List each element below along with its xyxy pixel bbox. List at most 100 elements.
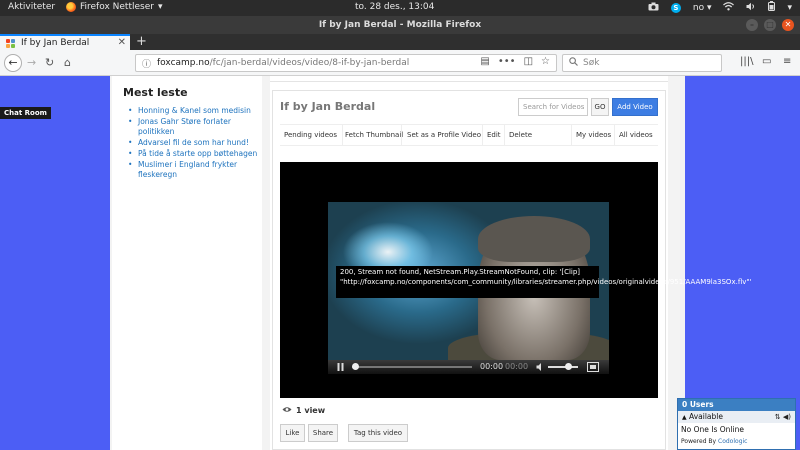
sidebar-heading: Mest leste <box>123 86 188 99</box>
system-menu-caret-icon[interactable]: ▾ <box>787 3 792 13</box>
navigation-bar: ← → ↻ ⌂ ⓘ foxcamp.no/fc/jan-berdal/video… <box>0 50 800 76</box>
browser-search-bar[interactable]: Søk <box>562 54 722 72</box>
minimize-icon[interactable]: – <box>746 19 758 31</box>
pause-icon[interactable] <box>337 362 344 375</box>
tab-strip: If by Jan Berdal ✕ + <box>0 34 800 50</box>
reader-view-icon[interactable]: ▤ <box>480 56 489 67</box>
menu-separator <box>482 125 483 145</box>
video-search-input[interactable]: Search for Videos <box>518 98 588 116</box>
go-button[interactable]: GO <box>591 98 609 116</box>
url-bar[interactable]: ⓘ foxcamp.no/fc/jan-berdal/videos/video/… <box>135 54 557 72</box>
page-actions-icon[interactable]: ••• <box>498 56 516 67</box>
skype-icon[interactable]: S <box>670 2 681 13</box>
site-info-icon[interactable]: ⓘ <box>142 57 151 70</box>
search-icon <box>569 57 578 69</box>
menu-delete[interactable]: Delete <box>509 131 532 139</box>
menu-fetch-thumbnail[interactable]: Fetch Thumbnail <box>345 131 403 139</box>
gnome-top-bar: Aktiviteter Firefox Nettleser ▾ to. 28 d… <box>0 0 800 16</box>
menu-separator <box>504 125 505 145</box>
menu-all-videos[interactable]: All videos <box>619 131 653 139</box>
back-button-icon[interactable]: ← <box>4 54 22 72</box>
chat-users-header[interactable]: 0 Users <box>678 399 795 411</box>
battery-icon[interactable] <box>768 1 776 14</box>
activities-button[interactable]: Aktiviteter <box>8 2 55 12</box>
video-player[interactable]: 200, Stream not found, NetStream.Play.St… <box>280 162 752 398</box>
system-tray: S no ▾ ▾ <box>648 1 792 14</box>
window-controls: – □ ✕ <box>746 19 794 31</box>
video-title: If by Jan Berdal <box>280 100 376 113</box>
menu-separator <box>401 125 402 145</box>
eye-icon <box>282 406 292 415</box>
sidebar-toggle-icon[interactable]: ▭ <box>762 56 771 67</box>
chat-status-label: Available <box>689 412 723 421</box>
close-tab-icon[interactable]: ✕ <box>118 37 126 48</box>
tab-active[interactable]: If by Jan Berdal ✕ <box>0 34 130 50</box>
sidebar-link[interactable]: Honning & Kanel som medisin <box>128 106 258 116</box>
firefox-icon <box>66 2 76 12</box>
video-menu-row: Pending videos Fetch Thumbnail Set as a … <box>280 124 658 146</box>
chat-room-tag[interactable]: Chat Room <box>0 107 51 119</box>
progress-handle[interactable] <box>352 363 359 370</box>
sidebar-link[interactable]: Advarsel fil de som har hund! <box>128 138 258 148</box>
hamburger-menu-icon[interactable]: ≡ <box>783 56 791 67</box>
sidebar-link[interactable]: Jonas Gahr Støre forlater politikken <box>128 117 258 137</box>
fullscreen-icon[interactable] <box>587 362 599 375</box>
close-window-icon[interactable]: ✕ <box>782 19 794 31</box>
window-title: If by Jan Berdal - Mozilla Firefox <box>318 20 482 30</box>
chat-empty-message: No One Is Online <box>681 425 744 434</box>
new-tab-icon[interactable]: + <box>136 34 147 49</box>
add-video-button[interactable]: Add Video <box>612 98 658 116</box>
language-indicator[interactable]: no ▾ <box>693 3 712 13</box>
caret-down-icon: ▾ <box>157 2 163 12</box>
sidebar-link[interactable]: Muslimer i England frykter fleskeregn <box>128 160 258 180</box>
volume-handle[interactable] <box>565 363 572 370</box>
chat-powered-by: Powered By Codologic <box>678 437 795 446</box>
video-main-panel: If by Jan Berdal Search for Videos GO Ad… <box>270 76 752 450</box>
forward-button-icon[interactable]: → <box>27 56 36 69</box>
url-domain: foxcamp.no <box>157 58 210 68</box>
top-divider <box>270 76 668 82</box>
wifi-icon[interactable] <box>723 1 735 14</box>
pocket-icon[interactable]: ◫ <box>524 56 533 67</box>
sidebar-list: Honning & Kanel som medisin Jonas Gahr S… <box>128 106 258 181</box>
search-placeholder: Søk <box>583 58 600 68</box>
time-current: 00:00 <box>480 362 504 371</box>
player-controls: 00:00 00:00 <box>328 360 609 374</box>
volume-speaker-icon[interactable] <box>536 362 545 375</box>
bookmark-star-icon[interactable]: ☆ <box>541 56 550 67</box>
tab-label: If by Jan Berdal <box>21 38 90 48</box>
chat-widget: 0 Users ▲ Available ⇅ ◀) No One Is Onlin… <box>677 398 796 450</box>
clock[interactable]: to. 28 des., 13:04 <box>355 2 434 12</box>
progress-bar[interactable] <box>352 366 472 368</box>
like-button[interactable]: Like <box>280 424 305 442</box>
video-person-hair <box>478 216 590 262</box>
sidebar-most-read: Mest leste Honning & Kanel som medisin J… <box>112 76 262 450</box>
home-icon[interactable]: ⌂ <box>64 56 71 69</box>
sidebar-link[interactable]: På tide å starte opp bøttehagen <box>128 149 258 159</box>
menu-set-profile-video[interactable]: Set as a Profile Video <box>407 131 481 139</box>
maximize-icon[interactable]: □ <box>764 19 776 31</box>
view-count-label: 1 view <box>296 406 326 415</box>
powered-by-prefix: Powered By <box>681 438 717 445</box>
language-label: no <box>692 2 705 13</box>
app-menu-label: Firefox Nettleser <box>80 2 154 12</box>
menu-separator <box>342 125 343 145</box>
volume-icon[interactable] <box>746 2 756 14</box>
menu-edit[interactable]: Edit <box>487 131 501 139</box>
chat-settings-icons[interactable]: ⇅ ◀) <box>775 411 791 423</box>
window-title-bar: If by Jan Berdal - Mozilla Firefox – □ ✕ <box>0 16 800 34</box>
stream-error-message: 200, Stream not found, NetStream.Play.St… <box>336 266 752 298</box>
powered-by-brand[interactable]: Codologic <box>718 438 747 445</box>
menu-separator <box>614 125 615 145</box>
app-menu[interactable]: Firefox Nettleser ▾ <box>66 2 162 12</box>
chat-status-row[interactable]: ▲ Available ⇅ ◀) <box>678 411 795 423</box>
library-icon[interactable]: |||\ <box>740 56 753 67</box>
share-button[interactable]: Share <box>308 424 338 442</box>
menu-my-videos[interactable]: My videos <box>576 131 611 139</box>
camera-icon[interactable] <box>648 2 659 14</box>
volume-slider[interactable] <box>548 366 578 368</box>
menu-pending-videos[interactable]: Pending videos <box>284 131 337 139</box>
tag-video-button[interactable]: Tag this video <box>348 424 408 442</box>
reload-icon[interactable]: ↻ <box>45 56 54 69</box>
joomla-favicon-icon <box>6 38 15 48</box>
